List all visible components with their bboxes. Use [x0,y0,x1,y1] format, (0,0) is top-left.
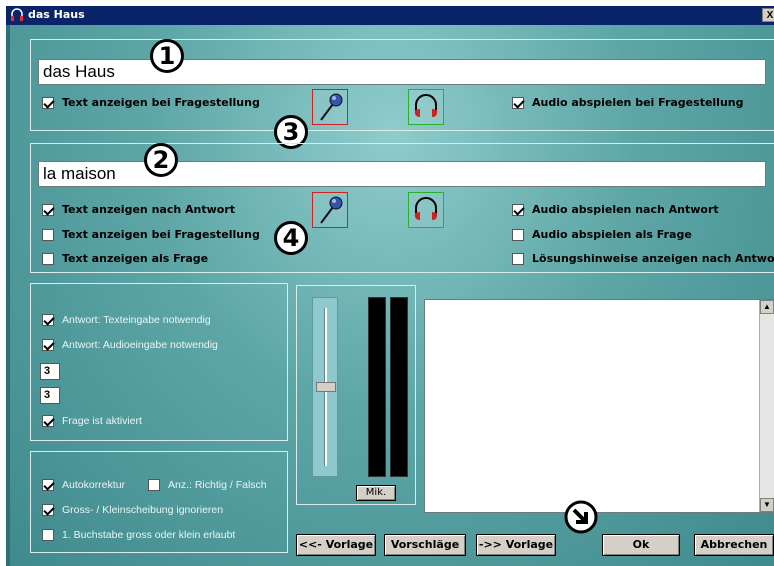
level-meter-left [368,297,386,477]
question-text-field[interactable] [38,59,766,85]
play-answer-button[interactable] [408,192,444,228]
question-group [30,39,774,131]
badge-4: 4 [274,221,308,255]
microphone-icon [320,93,343,121]
badge-1: 1 [150,39,184,73]
cb-audio-as-question[interactable]: Audio abspielen als Frage [512,228,692,241]
play-question-button[interactable] [408,89,444,125]
checkbox-box[interactable] [512,252,524,265]
dialog-window: das Haus X 1 Text anzeigen bei Fragestel… [0,0,774,566]
record-question-button[interactable] [312,89,348,125]
microphone-icon [320,196,343,224]
cb-first-letter-case[interactable]: 1. Buchstabe gross oder klein erlaubt [42,529,235,541]
suggestions-button[interactable]: Vorschläge [384,534,466,556]
cb-audio-after-answer[interactable]: Audio abspielen nach Antwort [512,203,719,216]
scroll-up-button[interactable]: ▲ [760,300,774,314]
number-field-2[interactable]: 3 [40,387,60,404]
cb-text-input-required[interactable]: Antwort: Texteingabe notwendig [42,314,211,326]
cb-ignore-case[interactable]: Gross- / Kleinscheibung ignorieren [42,504,223,516]
scroll-down-button[interactable]: ▼ [760,498,774,512]
cancel-button[interactable]: Abbrechen [694,534,774,556]
headphones-icon [11,8,23,21]
cb-show-right-wrong[interactable]: Anz.: Richtig / Falsch [148,479,267,491]
checkbox-box[interactable] [512,96,524,109]
cb-text-as-question[interactable]: Text anzeigen als Frage [42,252,208,265]
cb-hints-after-answer[interactable]: Lösungshinweise anzeigen nach Antwort [512,252,774,265]
title-bar: das Haus X [6,6,774,25]
checkbox-box[interactable] [42,96,54,109]
checkbox-box[interactable] [512,203,524,216]
cb-autocorrect[interactable]: Autokorrektur [42,479,125,491]
cb-text-after-answer[interactable]: Text anzeigen nach Antwort [42,203,235,216]
checkbox-box[interactable] [42,415,54,427]
checkbox-box[interactable] [42,228,54,241]
headphones-icon [414,197,438,220]
notes-list[interactable]: ▲ ▼ [424,299,774,513]
arrow-down-right-icon [564,500,598,534]
number-field-1[interactable]: 3 [40,363,60,380]
checkbox-box[interactable] [42,252,54,265]
cb-audio-input-required[interactable]: Antwort: Audioeingabe notwendig [42,339,218,351]
checkbox-box[interactable] [42,314,54,326]
checkbox-box[interactable] [42,339,54,351]
checkbox-box[interactable] [148,479,160,491]
vertical-scrollbar[interactable]: ▲ ▼ [759,300,774,512]
checkbox-box[interactable] [42,504,54,516]
level-meter-right [390,297,408,477]
headphones-icon [414,94,438,117]
checkbox-box[interactable] [512,228,524,241]
cb-answer-text-on-question[interactable]: Text anzeigen bei Fragestellung [42,228,260,241]
record-answer-button[interactable] [312,192,348,228]
cb-audio-on-question[interactable]: Audio abspielen bei Fragestellung [512,96,744,109]
next-template-button[interactable]: ->> Vorlage [476,534,556,556]
checkbox-box[interactable] [42,203,54,216]
mic-button[interactable]: Mik. [356,485,396,501]
window-title: das Haus [28,8,85,21]
volume-slider-thumb[interactable] [316,382,336,392]
checkbox-box[interactable] [42,529,54,541]
volume-slider-panel [312,297,338,477]
cb-text-on-question[interactable]: Text anzeigen bei Fragestellung [42,96,260,109]
client-area: 1 Text anzeigen bei Fragestellung Audio … [6,25,774,566]
cb-question-active[interactable]: Frage ist aktiviert [42,415,142,427]
ok-button[interactable]: Ok [602,534,680,556]
prev-template-button[interactable]: <<- Vorlage [296,534,376,556]
close-button[interactable]: X [762,8,774,22]
checkbox-box[interactable] [42,479,54,491]
badge-2: 2 [144,143,178,177]
